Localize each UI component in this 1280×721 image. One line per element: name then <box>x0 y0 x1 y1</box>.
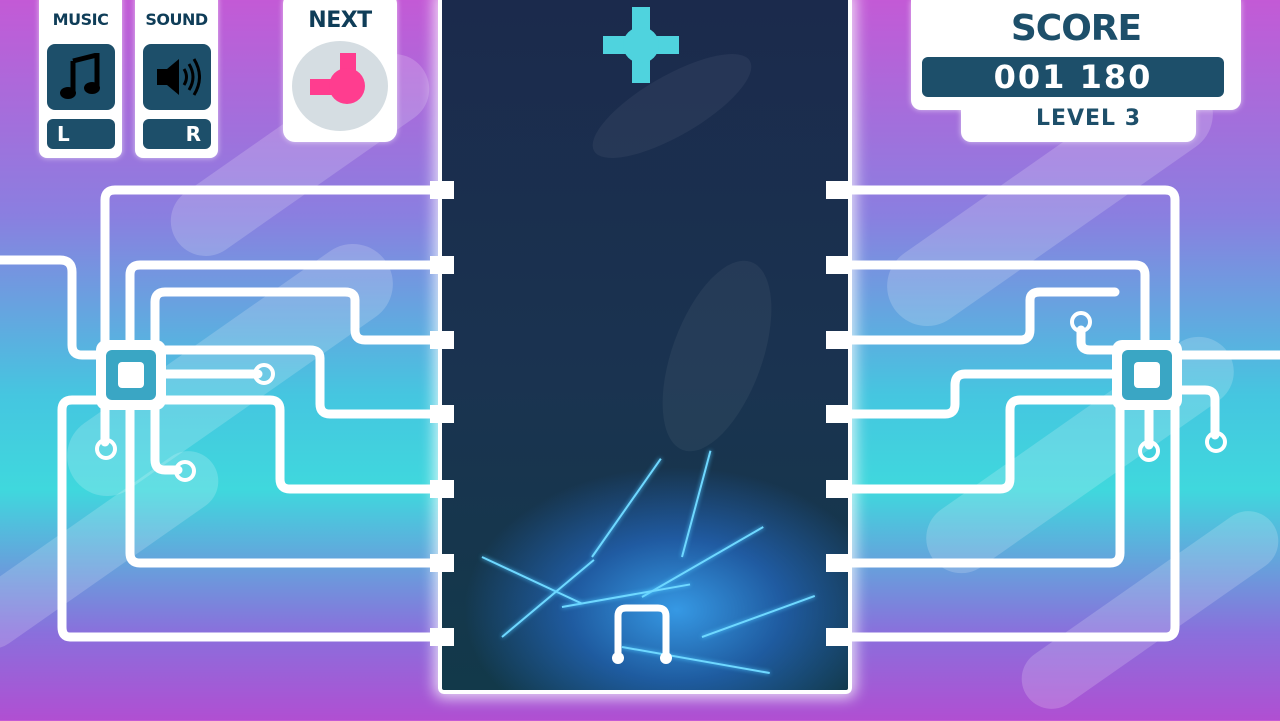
well-decor <box>640 246 794 466</box>
music-toggle-button[interactable] <box>47 44 115 110</box>
music-panel: MUSIC L <box>39 0 122 158</box>
sound-toggle-button[interactable] <box>143 44 211 110</box>
next-piece-icon <box>310 53 365 104</box>
music-note-icon <box>60 53 100 99</box>
music-key: L <box>57 122 70 146</box>
speaker-icon <box>157 58 201 96</box>
music-key-badge: L <box>47 119 115 149</box>
sound-key: R <box>185 122 201 146</box>
falling-piece <box>603 7 679 83</box>
score-label: SCORE <box>1010 8 1142 49</box>
player-piece <box>612 604 672 664</box>
sound-key-badge: R <box>143 119 211 149</box>
score-value: 001 180 <box>922 57 1224 97</box>
next-label: NEXT <box>308 8 372 33</box>
music-label: MUSIC <box>52 10 109 29</box>
level-label: LEVEL 3 <box>1035 106 1142 131</box>
next-panel: NEXT <box>283 0 397 142</box>
sound-label: SOUND <box>145 10 208 29</box>
next-preview <box>292 41 388 131</box>
sound-panel: SOUND R <box>135 0 218 158</box>
game-well[interactable] <box>438 0 852 694</box>
